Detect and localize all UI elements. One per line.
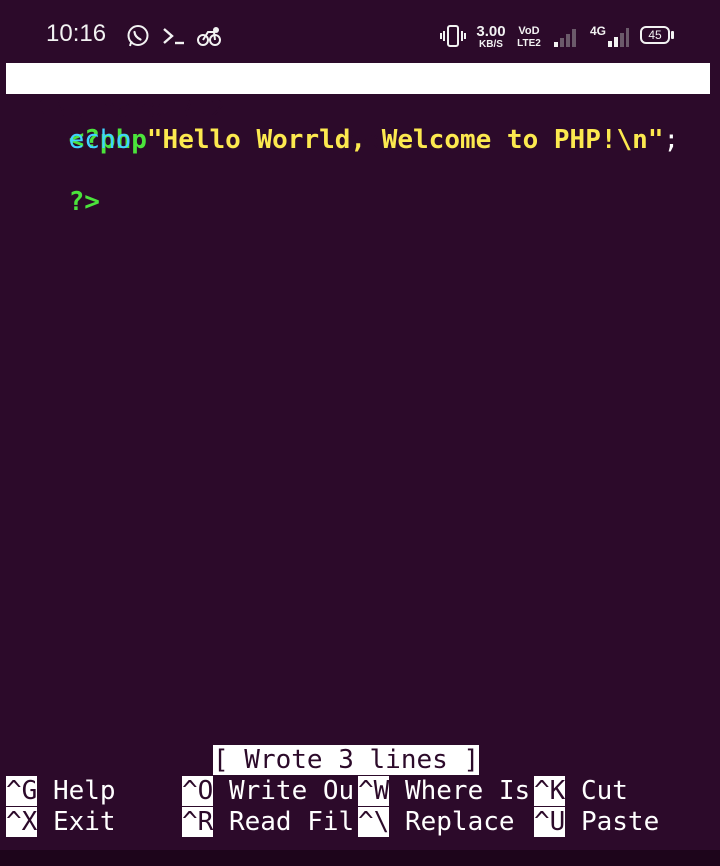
status-time: 10:16 — [46, 20, 107, 47]
nano-title-bar: GNU nano 7.2 helloword.php — [6, 63, 710, 155]
network-type: 4G — [590, 24, 607, 38]
network-speed: 3.00 KB/S — [476, 23, 506, 50]
signal-icon — [554, 29, 576, 47]
volte-indicator: VoD LTE2 — [517, 25, 541, 49]
code-line-3[interactable]: ?> — [6, 156, 716, 217]
shortcut-write-out[interactable]: ^O Write Ou — [182, 776, 354, 807]
shortcut-row-2: ^X Exit ^R Read Fil ^\ Replace ^U Paste — [6, 807, 716, 838]
battery-tip — [671, 31, 674, 39]
android-status-bar: 10:16 3.00 KB/S VoD LTE2 4G 45 — [0, 0, 720, 62]
shortcut-where-is[interactable]: ^W Where Is — [358, 776, 530, 807]
shortcut-exit[interactable]: ^X Exit — [6, 807, 116, 838]
vibrate-icon — [440, 25, 466, 47]
code-line-1[interactable]: <?php — [6, 94, 716, 155]
battery-icon: 45 — [640, 26, 670, 44]
shortcut-bar: ^G Help ^O Write Ou ^W Where Is ^K Cut ^… — [6, 776, 716, 838]
whatsapp-icon — [127, 25, 149, 47]
echo-keyword: echo — [68, 125, 132, 155]
string-literal: "Hello Worrld, Welcome to PHP!\n" — [146, 125, 664, 155]
bike-notification-icon — [197, 27, 221, 46]
editor-buffer[interactable]: <?php echo "Hello Worrld, Welcome to PHP… — [6, 94, 716, 734]
code-line-2[interactable]: echo "Hello Worrld, Welcome to PHP!\n"; — [6, 125, 716, 156]
semicolon: ; — [663, 125, 680, 155]
shortcut-help[interactable]: ^G Help — [6, 776, 116, 807]
terminal-icon — [163, 28, 184, 45]
shortcut-row-1: ^G Help ^O Write Ou ^W Where Is ^K Cut — [6, 776, 716, 807]
shortcut-paste[interactable]: ^U Paste — [534, 807, 659, 838]
signal-4g-icon — [608, 28, 629, 47]
shortcut-cut[interactable]: ^K Cut — [534, 776, 628, 807]
bottom-strip — [0, 850, 720, 866]
shortcut-read-file[interactable]: ^R Read Fil — [182, 807, 354, 838]
battery-level: 45 — [648, 28, 662, 42]
php-close-tag: ?> — [68, 187, 100, 217]
shortcut-replace[interactable]: ^\ Replace — [358, 807, 515, 838]
status-message: [ Wrote 3 lines ] — [213, 745, 480, 775]
